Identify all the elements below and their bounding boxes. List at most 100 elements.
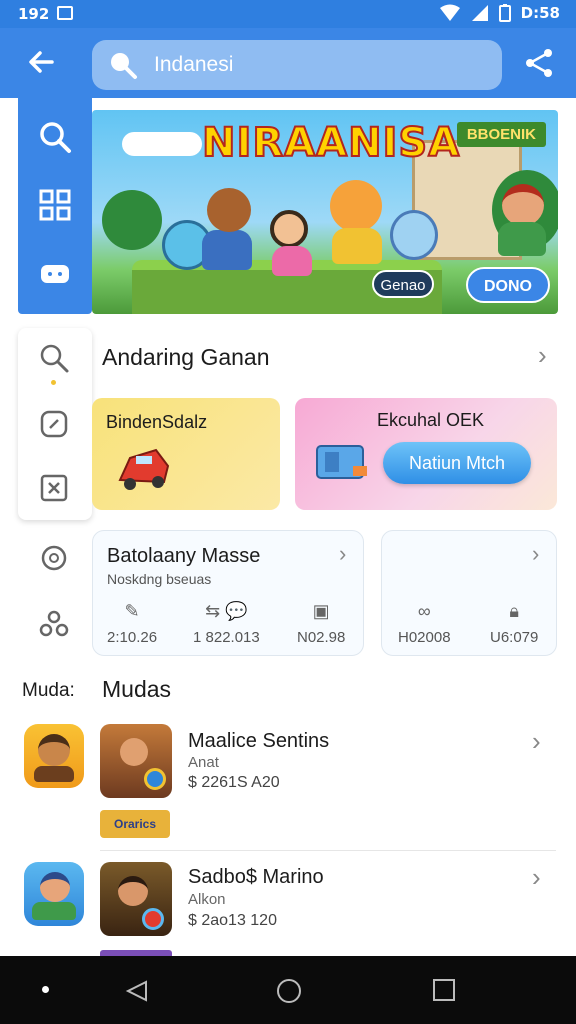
gallery-notification-icon: [57, 6, 73, 20]
side-secondary-nav: [18, 528, 92, 658]
search-icon[interactable]: [38, 342, 70, 374]
character-avatar: [40, 872, 70, 902]
system-nav-bar: [0, 956, 576, 1024]
stat-value: U6:079: [490, 629, 539, 646]
feature-card-yellow[interactable]: BindenSdalz: [92, 398, 280, 510]
character-body: [202, 230, 252, 270]
character-light-blue: [390, 210, 438, 260]
signal-icon: [471, 5, 488, 21]
search-icon[interactable]: [36, 118, 74, 156]
app-developer: Anat: [188, 754, 219, 771]
character-body: [332, 228, 382, 264]
card-label: BindenSdalz: [106, 412, 208, 432]
app-price: $ 2261S A20: [188, 774, 280, 791]
recents-nav-icon[interactable]: [430, 976, 458, 1004]
mudas-side-label: Muda:: [22, 680, 75, 701]
stats-card[interactable]: Batolaany Masse Noskdng bseuas › ✎ 2:10.…: [92, 530, 364, 656]
stat-item: ∞ H02008: [398, 601, 451, 646]
card-label: Ekcuhal OEK: [377, 410, 485, 430]
link-icon: ∞: [417, 601, 431, 621]
app-icon-left[interactable]: [24, 724, 84, 788]
badge-icon: [142, 908, 164, 930]
chevron-right-icon[interactable]: ›: [339, 541, 346, 567]
share-icon[interactable]: [522, 46, 556, 80]
feature-card-pink[interactable]: Ekcuhal OEK Natiun Mtch: [295, 398, 557, 510]
character-orange: [330, 180, 382, 232]
battery-icon: [498, 4, 511, 22]
banner-title: NIRAANISA: [201, 119, 461, 167]
status-icons: D:58: [439, 4, 560, 22]
grid-icon[interactable]: [36, 186, 74, 224]
indicator-dot: [51, 380, 56, 385]
home-nav-icon[interactable]: [274, 976, 304, 1006]
coin-icon: [144, 768, 166, 790]
stat-item: 🔒︎ U6:079: [490, 601, 538, 646]
character-girl: [270, 210, 308, 248]
match-button[interactable]: Natiun Mtch: [383, 442, 531, 484]
banner-dono-button[interactable]: DONO: [466, 267, 550, 303]
back-button[interactable]: [22, 46, 62, 82]
back-nav-icon[interactable]: [122, 976, 152, 1006]
stat-value: 1 822.013: [193, 629, 260, 646]
chat-icon: ⇆ 💬: [205, 601, 248, 621]
cloud-decoration: [122, 132, 202, 156]
app-price: $ 2ao13 120: [188, 912, 277, 929]
palm-decoration: [102, 190, 162, 250]
stat-item: ✎ 2:10.26: [107, 601, 157, 646]
stats-card-secondary[interactable]: › ∞ H02008 🔒︎ U6:079: [381, 530, 557, 656]
gamepad-icon[interactable]: [36, 254, 74, 292]
pencil-icon: ✎: [124, 601, 140, 621]
section-title: Andaring Ganan: [102, 344, 270, 370]
character-red-hair: [502, 184, 544, 226]
left-rail: [18, 98, 92, 314]
banner-genao-button[interactable]: Genao: [372, 270, 434, 298]
chevron-right-icon[interactable]: ›: [538, 340, 547, 371]
app-developer: Alkon: [188, 891, 226, 908]
app-icon-left[interactable]: [24, 862, 84, 926]
app-name[interactable]: Sadbo$ Marino: [188, 866, 324, 889]
stats-subtitle: Noskdng bseuas: [107, 571, 212, 587]
app-name[interactable]: Maalice Sentins: [188, 730, 329, 753]
stat-value: 2:10.26: [107, 629, 158, 646]
stat-item: ⇆ 💬 1 822.013: [193, 601, 260, 646]
refresh-icon[interactable]: [38, 542, 70, 574]
people-icon[interactable]: [38, 608, 70, 640]
app-thumbnail[interactable]: [100, 724, 172, 798]
app-thumbnail[interactable]: [100, 862, 172, 936]
box-icon: ▣: [312, 601, 330, 621]
character-body: [272, 246, 312, 276]
chevron-right-icon[interactable]: ›: [532, 541, 539, 567]
status-time: 192: [18, 5, 50, 23]
status-bar: 192 D:58: [0, 0, 576, 28]
chevron-right-icon[interactable]: ›: [532, 862, 541, 893]
search-input[interactable]: Indanesi: [92, 40, 502, 90]
search-icon: [111, 53, 137, 79]
character-brown: [207, 188, 251, 232]
character-avatar: [38, 734, 70, 766]
banner-badge: BBOENIK: [456, 122, 546, 147]
search-text: Indanesi: [154, 53, 234, 76]
chevron-right-icon[interactable]: ›: [532, 726, 541, 757]
character-avatar: [118, 876, 148, 906]
wifi-icon: [439, 4, 460, 21]
app-promo-tag: Orarics: [100, 810, 170, 838]
list-divider: [100, 850, 556, 851]
camera-icon: [316, 445, 367, 479]
stat-item: ▣ N02.98: [297, 601, 345, 646]
side-mini-nav: [18, 328, 92, 520]
lock-icon: 🔒︎: [509, 601, 519, 621]
character-avatar: [120, 738, 148, 766]
character-body: [32, 902, 76, 920]
dot-icon: [42, 986, 49, 993]
edit-icon[interactable]: [38, 408, 70, 440]
app-bar: Indanesi: [0, 28, 576, 98]
stat-value: H02008: [398, 629, 451, 646]
mudas-title: Mudas: [102, 676, 172, 702]
arrow-left-icon: [29, 51, 54, 73]
puzzle-icon[interactable]: [38, 472, 70, 504]
car-icon: [118, 448, 170, 490]
character-body: [498, 222, 546, 256]
featured-banner[interactable]: NIRAANISA BBOENIK Genao DONO: [92, 110, 558, 314]
stats-title: Batolaany Masse: [107, 545, 261, 567]
status-clock: D:58: [520, 4, 560, 22]
